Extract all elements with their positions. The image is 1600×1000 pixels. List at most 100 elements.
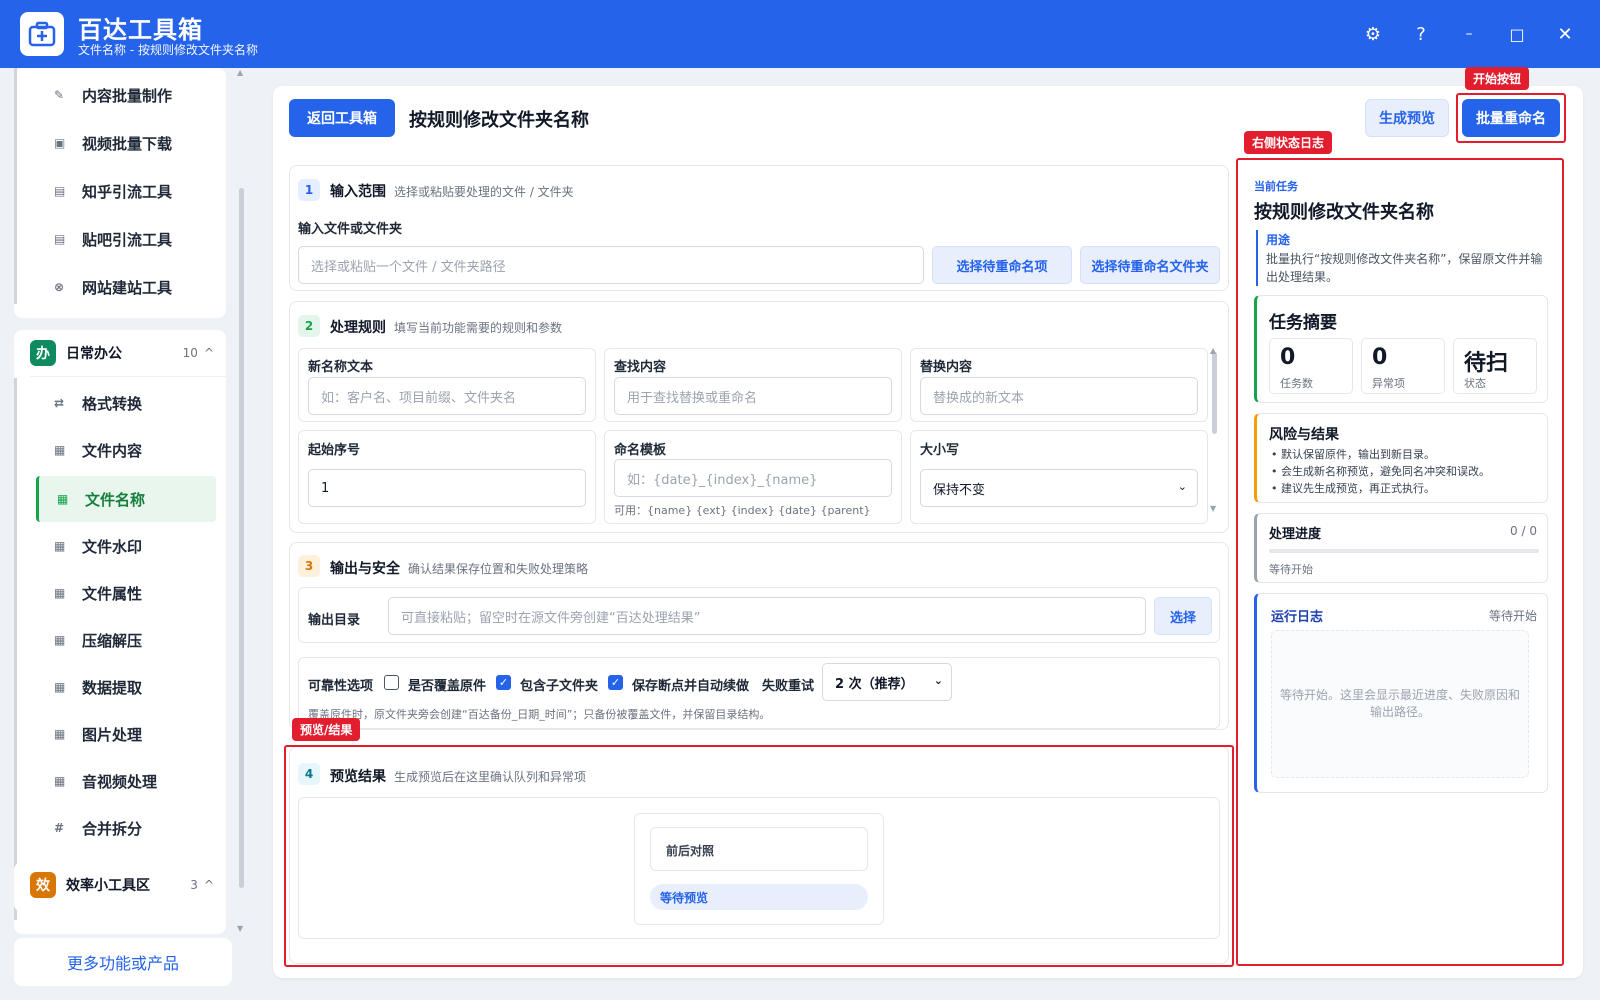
- sidebar: ▲ ▼ ✎ 内容批量制作 ▣ 视频批量下载 ▤ 知乎引流工具 ▤ 贴吧引流工具 ⊗ 网站建…: [0, 68, 246, 1000]
- reliability-label: 可靠性选项: [308, 679, 374, 694]
- stat-label: 任务数: [1280, 377, 1313, 390]
- find-label: 查找内容: [614, 360, 667, 375]
- subfolder-label: 包含子文件夹: [520, 679, 599, 694]
- sidebar-item-tieba[interactable]: ▤ 贴吧引流工具: [36, 218, 216, 260]
- app-subtitle: 文件名称 - 按规则修改文件夹名称: [78, 43, 258, 57]
- stat-value: 0: [1372, 345, 1388, 370]
- purpose-text: 批量执行“按规则修改文件夹名称”，保留原文件并输出处理结果。: [1266, 252, 1543, 284]
- log-title: 运行日志: [1271, 610, 1324, 625]
- section-title: 输出与安全: [330, 561, 400, 577]
- hash-icon: #: [54, 821, 65, 835]
- sidebar-item-audio-video[interactable]: ▦ 音视频处理: [36, 760, 216, 802]
- section-title: 处理规则: [330, 320, 386, 336]
- sidebar-item-file-name[interactable]: ▦ 文件名称: [36, 476, 216, 522]
- sidebar-item-website[interactable]: ⊗ 网站建站工具: [36, 266, 216, 308]
- log-output: 等待开始。这里会显示最近进度、失败原因和输出路径。: [1271, 630, 1529, 778]
- task-summary-card: 任务摘要 0 任务数 0 异常项 待扫 状态: [1254, 295, 1548, 403]
- resume-checkbox[interactable]: ✓: [608, 675, 623, 690]
- select-items-button[interactable]: 选择待重命名项: [932, 246, 1072, 284]
- scroll-up-arrow-icon[interactable]: ▲: [237, 68, 243, 77]
- sidebar-item-file-watermark[interactable]: ▦ 文件水印: [36, 525, 216, 567]
- chevron-up-icon[interactable]: ^: [204, 878, 214, 892]
- progress-count: 0 / 0: [1510, 524, 1537, 538]
- sidebar-item-compress[interactable]: ▦ 压缩解压: [36, 619, 216, 661]
- more-products-link[interactable]: 更多功能或产品: [14, 938, 232, 986]
- start-seq-input[interactable]: 1: [308, 469, 586, 507]
- minimize-icon[interactable]: –: [1454, 19, 1484, 49]
- help-icon[interactable]: ?: [1406, 19, 1436, 49]
- find-input[interactable]: 用于查找替换或重命名: [614, 377, 892, 415]
- swap-icon: ⇄: [54, 396, 65, 410]
- group-header-tools[interactable]: 效 效率小工具区 3 ^: [14, 862, 226, 908]
- progress-title: 处理进度: [1269, 527, 1322, 542]
- scroll-down-arrow-icon[interactable]: ▼: [1210, 504, 1216, 513]
- section-desc: 选择或粘贴要处理的文件 / 文件夹: [394, 185, 574, 199]
- sidebar-item-video-download[interactable]: ▣ 视频批量下载: [36, 122, 216, 164]
- rules-scrollbar[interactable]: [1212, 352, 1217, 434]
- stat-status: 待扫 状态: [1453, 338, 1537, 394]
- risk-title: 风险与结果: [1269, 427, 1339, 443]
- video-icon: ▣: [54, 136, 66, 150]
- sidebar-scrollbar[interactable]: [239, 188, 244, 888]
- scroll-up-arrow-icon[interactable]: ▲: [1210, 346, 1216, 355]
- stat-label: 状态: [1464, 377, 1486, 390]
- title-bar: 百达工具箱 文件名称 - 按规则修改文件夹名称 ⚙ ? – □ ✕: [0, 0, 1600, 68]
- resume-label: 保存断点并自动续做: [632, 679, 750, 694]
- section-desc: 确认结果保存位置和失败处理策略: [408, 562, 589, 576]
- section-number: 4: [298, 763, 320, 785]
- grid-icon: ▦: [54, 443, 66, 457]
- overwrite-label: 是否覆盖原件: [408, 679, 487, 694]
- case-select[interactable]: 保持不变 ⌄: [920, 469, 1198, 507]
- template-label: 命名模板: [614, 443, 667, 458]
- risk-item-text: 建议先生成预览，再正式执行。: [1281, 482, 1435, 495]
- replace-input[interactable]: 替换成的新文本: [920, 377, 1198, 415]
- preview-annotation-tag: 预览/结果: [292, 718, 361, 741]
- sidebar-item-content-batch[interactable]: ✎ 内容批量制作: [36, 74, 216, 116]
- sidebar-item-merge-split[interactable]: # 合并拆分: [36, 807, 216, 849]
- stat-label: 异常项: [1372, 377, 1405, 390]
- generate-preview-button[interactable]: 生成预览: [1365, 99, 1449, 137]
- choose-output-button[interactable]: 选择: [1154, 597, 1212, 635]
- risk-card: 风险与结果 • 默认保留原件，输出到新目录。 • 会生成新名称预览，避免同名冲突…: [1254, 413, 1548, 503]
- purpose-accent: [1256, 230, 1258, 286]
- retry-select[interactable]: 2 次（推荐） ⌄: [822, 663, 952, 701]
- stat-value: 0: [1280, 345, 1296, 370]
- chevron-up-icon[interactable]: ^: [204, 346, 214, 360]
- group-name-office: 日常办公: [66, 346, 122, 362]
- stat-error-count: 0 异常项: [1361, 338, 1445, 394]
- section-number: 1: [298, 179, 320, 201]
- risk-item: • 建议先生成预览，再正式执行。: [1271, 482, 1435, 495]
- subfolder-checkbox[interactable]: ✓: [496, 675, 511, 690]
- replace-label: 替换内容: [920, 360, 973, 375]
- sidebar-item-zhihu[interactable]: ▤ 知乎引流工具: [36, 170, 216, 212]
- grid-icon: ▦: [54, 586, 66, 600]
- tieba-icon: ▤: [54, 232, 66, 246]
- back-to-toolbox-button[interactable]: 返回工具箱: [289, 99, 395, 137]
- sidebar-item-format-convert[interactable]: ⇄ 格式转换: [36, 382, 216, 424]
- select-folder-button[interactable]: 选择待重命名文件夹: [1080, 246, 1220, 284]
- group-header-office[interactable]: 办 日常办公 10 ^: [14, 330, 226, 376]
- backup-note: 覆盖原件时，原文件夹旁会创建“百达备份_日期_时间”；只备份被覆盖文件，并保留目…: [308, 708, 771, 721]
- group-rail: [14, 68, 17, 304]
- sidebar-item-file-attributes[interactable]: ▦ 文件属性: [36, 572, 216, 614]
- purpose-label: 用途: [1266, 233, 1291, 247]
- settings-gear-icon[interactable]: ⚙: [1358, 19, 1388, 49]
- maximize-icon[interactable]: □: [1502, 19, 1532, 49]
- toolbox-logo-icon: [20, 12, 64, 56]
- grid-icon: ▦: [54, 633, 66, 647]
- scroll-down-arrow-icon[interactable]: ▼: [237, 924, 243, 933]
- input-path-field[interactable]: 选择或粘贴一个文件 / 文件夹路径: [298, 246, 924, 284]
- chevron-down-icon: ⌄: [1177, 480, 1187, 493]
- sidebar-item-image[interactable]: ▦ 图片处理: [36, 713, 216, 755]
- output-dir-input[interactable]: 可直接粘贴；留空时在源文件旁创建“百达处理结果”: [388, 597, 1146, 635]
- close-icon[interactable]: ✕: [1550, 19, 1580, 49]
- template-input[interactable]: 如：{date}_{index}_{name}: [614, 459, 892, 497]
- sidebar-item-file-content[interactable]: ▦ 文件内容: [36, 429, 216, 471]
- new-name-input[interactable]: 如：客户名、项目前缀、文件夹名: [308, 377, 586, 415]
- template-hint: 可用：{name} {ext} {index} {date} {parent}: [614, 504, 871, 517]
- progress-card: 处理进度 0 / 0 等待开始: [1254, 513, 1548, 583]
- section-number: 2: [298, 315, 320, 337]
- start-button-annotation-tag: 开始按钮: [1465, 67, 1530, 90]
- sidebar-item-data-extract[interactable]: ▦ 数据提取: [36, 666, 216, 708]
- overwrite-checkbox[interactable]: [384, 675, 399, 690]
